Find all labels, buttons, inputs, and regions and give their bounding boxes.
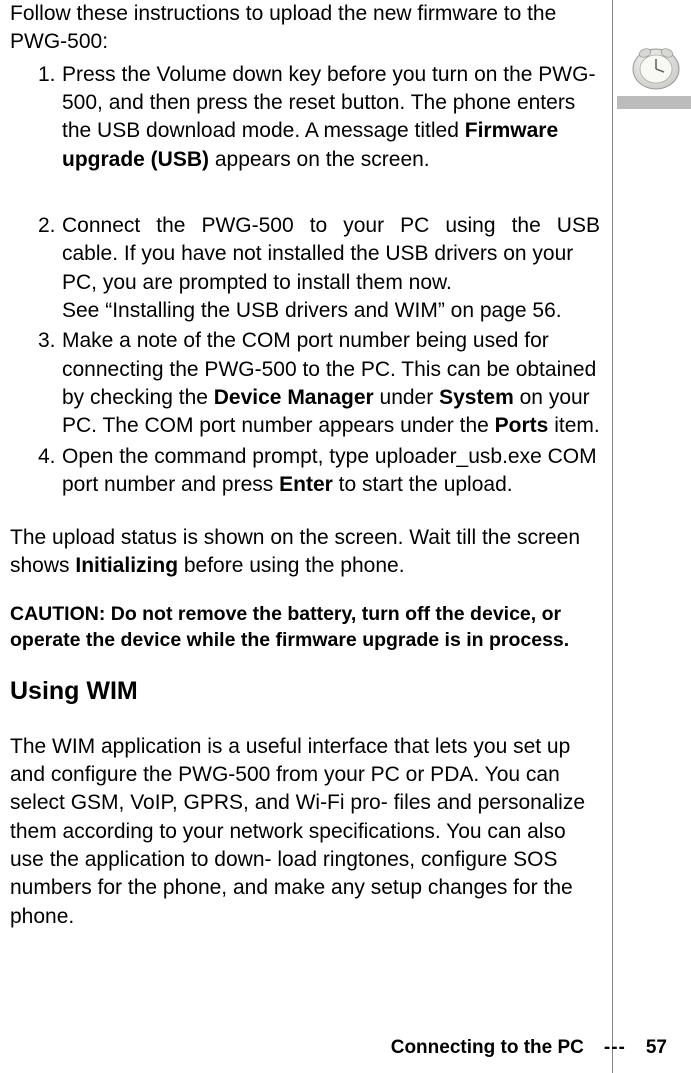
step-2: 2. Connect the PWG-500 to your PC using … — [38, 212, 600, 325]
text: appears on the screen. — [209, 148, 430, 171]
intro-text: Follow these instructions to upload the … — [10, 0, 600, 57]
bold-text: System — [439, 386, 514, 409]
step-number: 1. — [38, 61, 62, 174]
step-body: Open the command prompt, type uploader_u… — [62, 443, 600, 500]
text: cable. If you have not installed the USB… — [62, 240, 600, 297]
page-number: 57 — [646, 1037, 667, 1058]
step-number: 4. — [38, 443, 62, 500]
step-4: 4. Open the command prompt, type uploade… — [38, 443, 600, 500]
text: under — [374, 386, 439, 409]
status-text: The upload status is shown on the screen… — [10, 524, 600, 581]
step-body: Press the Volume down key before you tur… — [62, 61, 600, 174]
footer-title: Connecting to the PC — [391, 1037, 584, 1058]
step-number: 3. — [38, 327, 62, 440]
step-body: Connect the PWG-500 to your PC using the… — [62, 212, 600, 325]
text: item. — [548, 414, 599, 437]
text: Connect the PWG-500 to your PC using the… — [62, 212, 600, 240]
caution-text: CAUTION: Do not remove the battery, turn… — [10, 602, 600, 653]
bold-text: Initializing — [75, 554, 178, 577]
wim-paragraph: The WIM application is a useful interfac… — [10, 733, 600, 931]
step-number: 2. — [38, 212, 62, 325]
bold-text: Ports — [495, 414, 549, 437]
step-3: 3. Make a note of the COM port number be… — [38, 327, 600, 440]
clock-icon — [627, 42, 685, 92]
bold-text: Device Manager — [214, 386, 374, 409]
page-footer: Connecting to the PC --- 57 — [391, 1035, 667, 1061]
footer-separator: --- — [604, 1037, 626, 1058]
section-heading-using-wim: Using WIM — [10, 675, 600, 709]
steps-list: 1. Press the Volume down key before you … — [38, 61, 600, 500]
step-body: Make a note of the COM port number being… — [62, 327, 600, 440]
step-1: 1. Press the Volume down key before you … — [38, 61, 600, 174]
tab-marker — [617, 96, 691, 109]
text: See “Installing the USB drivers and WIM”… — [62, 297, 600, 325]
text: before using the phone. — [178, 554, 405, 577]
bold-text: Enter — [279, 473, 333, 496]
divider-vertical — [612, 0, 613, 1073]
text: to start the upload. — [333, 473, 513, 496]
